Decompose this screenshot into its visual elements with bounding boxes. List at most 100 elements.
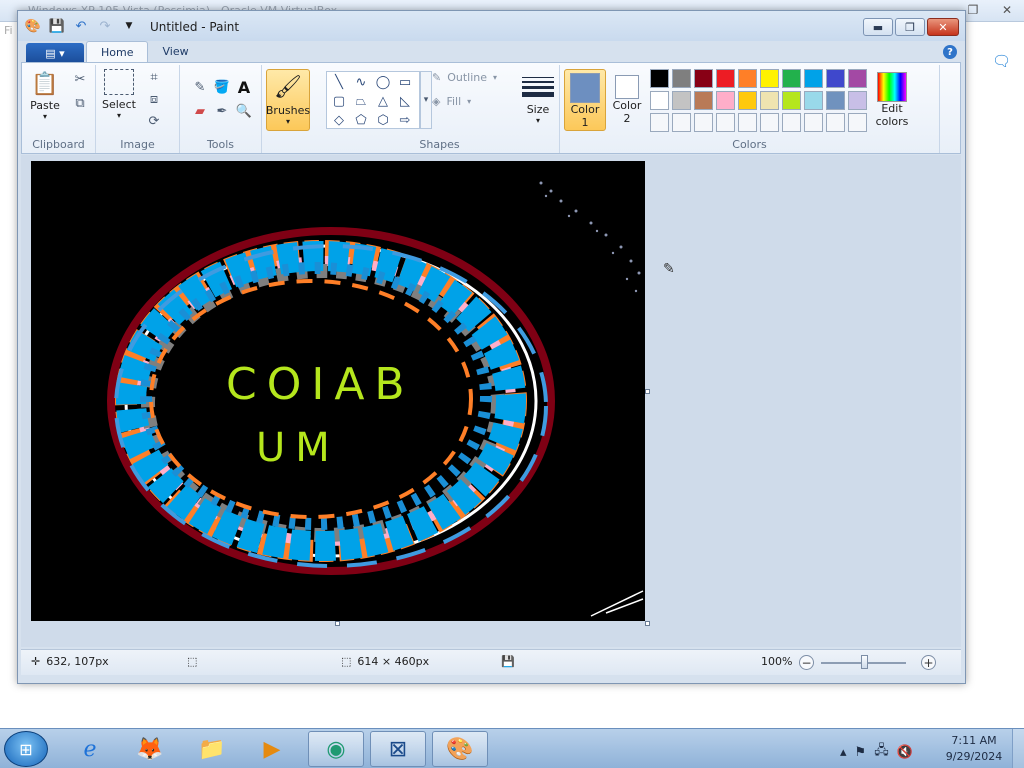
zoom-slider-thumb[interactable]	[861, 655, 868, 669]
fill-button[interactable]: ◈ Fill ▾	[432, 95, 471, 108]
color2-button[interactable]: Color 2	[606, 69, 648, 131]
show-desktop-button[interactable]	[1012, 729, 1024, 768]
arrow-shape-icon[interactable]: ⇨	[394, 111, 416, 130]
resize-handle-corner[interactable]	[645, 621, 650, 626]
palette-swatch[interactable]	[804, 69, 823, 88]
palette-swatch[interactable]	[848, 113, 867, 132]
curve-shape-icon[interactable]: ∿	[350, 73, 372, 92]
firefox-icon[interactable]: 🦊	[122, 731, 178, 767]
palette-swatch[interactable]	[760, 91, 779, 110]
palette-swatch[interactable]	[650, 91, 669, 110]
palette-swatch[interactable]	[650, 69, 669, 88]
palette-swatch[interactable]	[760, 69, 779, 88]
canvas-workspace[interactable]: COIAB UM ✎	[21, 155, 961, 647]
oval-shape-icon[interactable]: ◯	[372, 73, 394, 92]
palette-swatch[interactable]	[738, 91, 757, 110]
close-button[interactable]: ✕	[927, 18, 959, 36]
minimize-button[interactable]: ▬	[863, 18, 893, 36]
paint-app-icon[interactable]: 🎨	[24, 17, 42, 35]
palette-swatch[interactable]	[716, 91, 735, 110]
palette-swatch[interactable]	[848, 91, 867, 110]
palette-swatch[interactable]	[782, 91, 801, 110]
redo-icon[interactable]: ↷	[96, 17, 114, 35]
select-button[interactable]: Select ▾	[102, 69, 136, 120]
xp-icon[interactable]: ⊠	[370, 731, 426, 767]
network-icon[interactable]: 🖧	[874, 741, 889, 763]
palette-swatch[interactable]	[848, 69, 867, 88]
tab-view[interactable]: View	[148, 41, 202, 63]
zoom-in-button[interactable]: +	[921, 655, 936, 670]
ie-icon[interactable]: ℯ	[62, 731, 118, 767]
rectangle-shape-icon[interactable]: ▭	[394, 73, 416, 92]
drawing-canvas[interactable]: COIAB UM	[31, 161, 645, 621]
rounded-rectangle-shape-icon[interactable]: ▢	[328, 92, 350, 111]
undo-icon[interactable]: ↶	[72, 17, 90, 35]
chat-icon[interactable]: 🗨	[992, 52, 1011, 70]
vm-icon[interactable]: ◉	[308, 731, 364, 767]
palette-swatch[interactable]	[738, 69, 757, 88]
shapes-scroll[interactable]: ▾	[420, 71, 432, 129]
palette-swatch[interactable]	[826, 91, 845, 110]
crop-icon[interactable]: ⌗	[144, 67, 164, 87]
palette-swatch[interactable]	[716, 69, 735, 88]
palette-swatch[interactable]	[760, 113, 779, 132]
triangle-shape-icon[interactable]: △	[372, 92, 394, 111]
palette-swatch[interactable]	[738, 113, 757, 132]
palette-swatch[interactable]	[694, 69, 713, 88]
resize-icon[interactable]: ⧈	[144, 89, 164, 109]
resize-handle-bottom[interactable]	[335, 621, 340, 626]
palette-swatch[interactable]	[782, 113, 801, 132]
pencil-icon[interactable]: ✎	[190, 77, 210, 97]
eraser-icon[interactable]: ▰	[190, 101, 210, 121]
palette-swatch[interactable]	[782, 69, 801, 88]
palette-swatch[interactable]	[826, 69, 845, 88]
start-button[interactable]: ⊞	[4, 731, 48, 767]
polygon-shape-icon[interactable]: ⏢	[350, 92, 372, 111]
palette-swatch[interactable]	[694, 113, 713, 132]
hexagon-shape-icon[interactable]: ⬡	[372, 111, 394, 130]
pentagon-shape-icon[interactable]: ⬠	[350, 111, 372, 130]
color1-button[interactable]: Color 1	[564, 69, 606, 131]
volume-muted-icon[interactable]: 🔇	[897, 745, 913, 760]
paste-button[interactable]: 📋 Paste ▾	[30, 69, 60, 122]
clock[interactable]: 7:11 AM 9/29/2024	[944, 733, 1004, 765]
edit-colors-button[interactable]: Edit colors	[868, 69, 916, 131]
tab-home[interactable]: Home	[86, 41, 149, 63]
palette-swatch[interactable]	[694, 91, 713, 110]
palette-swatch[interactable]	[826, 113, 845, 132]
explorer-icon[interactable]: 📁	[184, 731, 240, 767]
resize-handle-right[interactable]	[645, 389, 650, 394]
cut-icon[interactable]: ✂	[70, 69, 90, 89]
copy-icon[interactable]: ⧉	[70, 93, 90, 113]
save-icon[interactable]: 💾	[48, 17, 66, 35]
palette-swatch[interactable]	[804, 91, 823, 110]
diamond-shape-icon[interactable]: ◇	[328, 111, 350, 130]
paint-icon[interactable]: 🎨	[432, 731, 488, 767]
customize-icon[interactable]: ▼	[120, 17, 138, 35]
palette-swatch[interactable]	[672, 69, 691, 88]
line-shape-icon[interactable]: ╲	[328, 73, 350, 92]
palette-swatch[interactable]	[672, 113, 691, 132]
palette-swatch[interactable]	[650, 113, 669, 132]
outline-button[interactable]: ✎ Outline ▾	[432, 71, 497, 84]
fill-bucket-icon[interactable]: 🪣	[212, 77, 232, 97]
host-menu-file[interactable]: Fi	[4, 24, 13, 37]
brushes-button[interactable]: 🖌 Brushes ▾	[266, 69, 310, 131]
rotate-icon[interactable]: ⟳	[144, 111, 164, 131]
maximize-button[interactable]: ❐	[895, 18, 925, 36]
host-close-button[interactable]: ✕	[990, 0, 1024, 20]
media-player-icon[interactable]: ▶	[244, 731, 300, 767]
show-hidden-icons[interactable]: ▴	[840, 745, 847, 760]
palette-swatch[interactable]	[672, 91, 691, 110]
flag-icon[interactable]: ⚑	[855, 745, 867, 760]
size-button[interactable]: Size ▾	[522, 77, 554, 125]
color-picker-icon[interactable]: ✒	[212, 101, 232, 121]
right-triangle-shape-icon[interactable]: ◺	[394, 92, 416, 111]
zoom-out-button[interactable]: −	[799, 655, 814, 670]
palette-swatch[interactable]	[716, 113, 735, 132]
palette-swatch[interactable]	[804, 113, 823, 132]
magnifier-icon[interactable]: 🔍	[234, 101, 254, 121]
help-icon[interactable]: ?	[943, 45, 957, 59]
text-tool-icon[interactable]: A	[234, 77, 254, 97]
file-menu-button[interactable]: ▤ ▾	[26, 43, 84, 63]
